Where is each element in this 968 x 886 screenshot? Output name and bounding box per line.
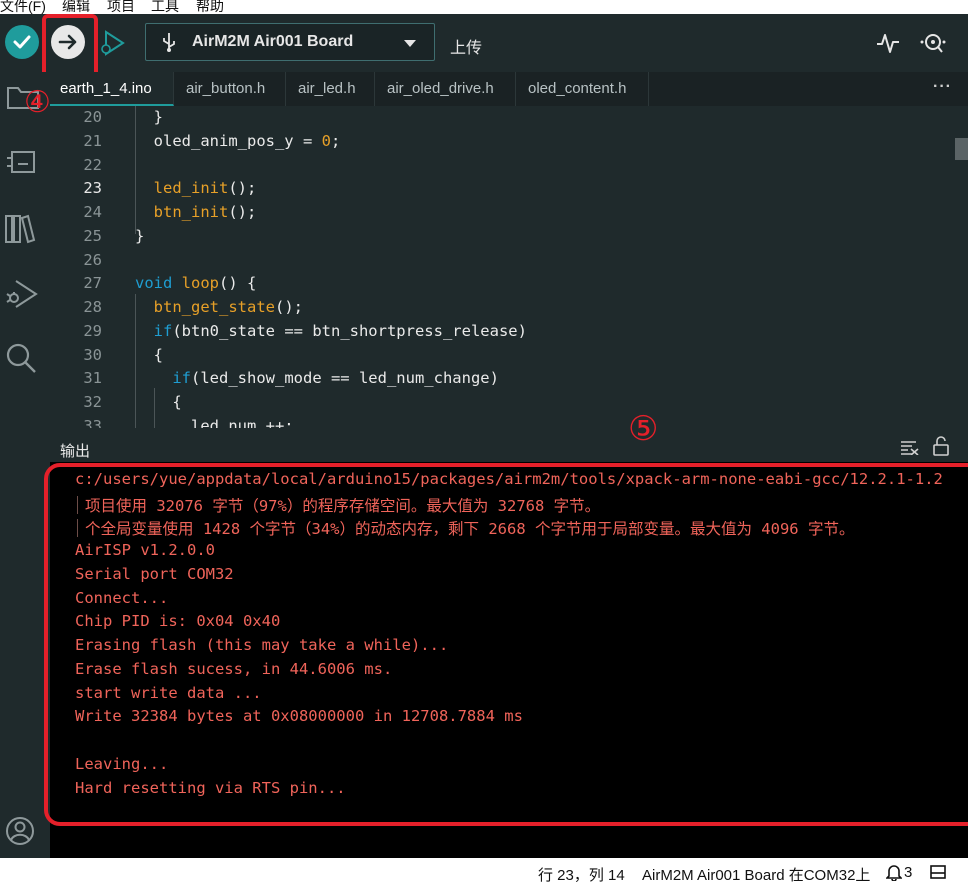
line-number: 20 bbox=[83, 108, 102, 126]
code-line: { bbox=[135, 393, 182, 411]
line-number: 26 bbox=[83, 251, 102, 269]
tab-air-oled-drive[interactable]: air_oled_drive.h bbox=[375, 72, 516, 106]
cursor-position[interactable]: 行 23，列 14 bbox=[538, 864, 625, 885]
clear-output-icon[interactable] bbox=[900, 439, 920, 455]
debug-icon[interactable] bbox=[96, 27, 128, 59]
annotation-frame-output bbox=[44, 463, 968, 826]
usb-icon bbox=[163, 33, 175, 52]
unlock-icon[interactable] bbox=[932, 436, 950, 456]
tab-earth-ino[interactable]: earth_1_4.ino bbox=[50, 72, 174, 106]
code-line: btn_get_state(); bbox=[153, 298, 303, 316]
line-number: 21 bbox=[83, 132, 102, 150]
menu-tools[interactable]: 工具 bbox=[151, 0, 179, 14]
code-line: } bbox=[135, 227, 145, 245]
code-line: if(btn0_state == btn_shortpress_release) bbox=[153, 322, 527, 340]
annotation-number-4: ④ bbox=[24, 86, 51, 119]
editor-tabs: earth_1_4.ino air_button.h air_led.h air… bbox=[50, 72, 968, 106]
verify-button[interactable] bbox=[5, 25, 39, 59]
library-manager-icon[interactable] bbox=[4, 212, 36, 244]
tab-oled-content[interactable]: oled_content.h bbox=[516, 72, 649, 106]
code-line: led_init(); bbox=[153, 179, 257, 197]
notification-count: 3 bbox=[904, 864, 913, 881]
code-line: } bbox=[135, 108, 163, 126]
upload-tooltip: 上传 bbox=[450, 40, 483, 57]
bell-icon[interactable] bbox=[886, 864, 902, 881]
account-icon[interactable] bbox=[5, 816, 35, 846]
line-number: 24 bbox=[83, 203, 102, 221]
more-tabs-icon[interactable]: ··· bbox=[933, 78, 952, 96]
toolbar: AirM2M Air001 Board 上传 bbox=[0, 14, 968, 78]
line-number: 29 bbox=[83, 322, 102, 340]
line-number-current: 23 bbox=[83, 179, 102, 197]
line-number: 33 bbox=[83, 417, 102, 428]
tab-air-led[interactable]: air_led.h bbox=[286, 72, 375, 106]
board-selector[interactable]: AirM2M Air001 Board bbox=[145, 23, 435, 61]
line-number: 28 bbox=[83, 298, 102, 316]
code-line: { bbox=[135, 346, 163, 364]
line-number: 22 bbox=[83, 156, 102, 174]
line-number: 31 bbox=[83, 369, 102, 387]
menu-sketch[interactable]: 项目 bbox=[107, 0, 135, 14]
tab-air-button[interactable]: air_button.h bbox=[174, 72, 286, 106]
activity-bar bbox=[0, 72, 50, 858]
board-manager-icon[interactable] bbox=[6, 150, 36, 174]
output-title: 输出 bbox=[60, 443, 91, 460]
panel-toggle-icon[interactable] bbox=[930, 865, 946, 879]
output-panel-header: 输出 bbox=[50, 428, 968, 462]
serial-plotter-icon[interactable] bbox=[876, 31, 900, 55]
editor-scrollbar[interactable] bbox=[955, 138, 968, 160]
annotation-number-5: ⑤ bbox=[628, 410, 659, 448]
serial-monitor-icon[interactable] bbox=[918, 31, 948, 55]
debug-sidebar-icon[interactable] bbox=[4, 278, 38, 310]
checkmark-icon bbox=[13, 35, 31, 49]
line-number: 30 bbox=[83, 346, 102, 364]
code-line: if(led_show_mode == led_num_change) bbox=[172, 369, 499, 387]
code-line: led_num ++; bbox=[135, 417, 294, 428]
code-editor[interactable]: 20 } 21 oled_anim_pos_y = 0; 22 23 led_i… bbox=[50, 106, 968, 428]
menu-edit[interactable]: 编辑 bbox=[62, 0, 90, 14]
board-port-status[interactable]: AirM2M Air001 Board 在COM32上 bbox=[642, 864, 870, 885]
code-line: void loop() { bbox=[135, 274, 257, 292]
line-number: 25 bbox=[83, 227, 102, 245]
chevron-down-icon bbox=[404, 40, 416, 47]
board-name: AirM2M Air001 Board bbox=[192, 33, 354, 50]
code-line: btn_init(); bbox=[153, 203, 257, 221]
menu-file[interactable]: 文件(F) bbox=[0, 0, 46, 14]
line-number: 32 bbox=[83, 393, 102, 411]
line-number: 27 bbox=[83, 274, 102, 292]
code-line: oled_anim_pos_y = 0; bbox=[135, 132, 341, 150]
menu-help[interactable]: 帮助 bbox=[196, 0, 224, 14]
search-icon[interactable] bbox=[4, 342, 38, 374]
annotation-box-upload bbox=[42, 14, 98, 78]
menu-bar: 文件(F) 编辑 项目 工具 帮助 bbox=[0, 0, 968, 14]
status-bar: 行 23，列 14 AirM2M Air001 Board 在COM32上 3 bbox=[0, 858, 968, 886]
